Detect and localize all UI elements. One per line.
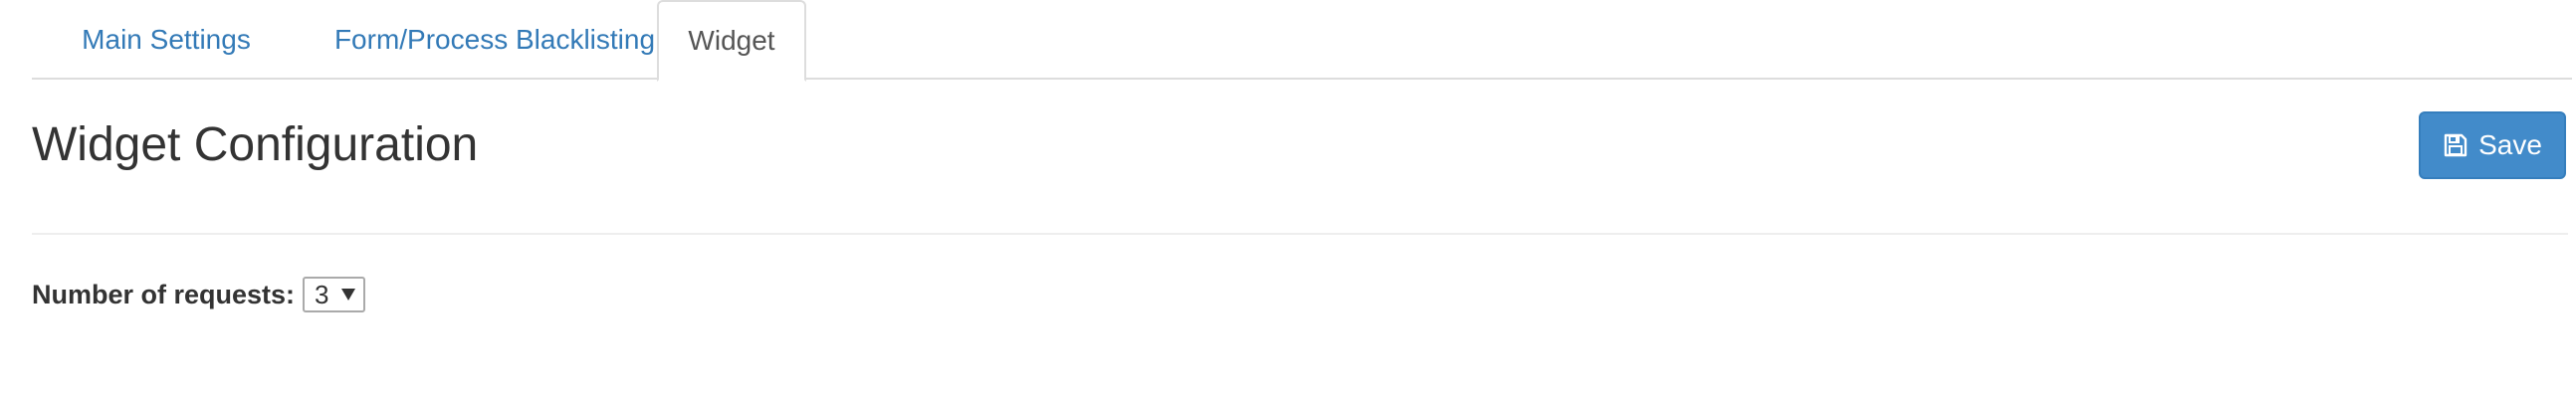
section-divider bbox=[32, 233, 2568, 235]
page-title: Widget Configuration bbox=[32, 118, 479, 171]
caret-down-icon bbox=[340, 289, 355, 301]
settings-tabs: Main Settings Form/Process Blacklisting … bbox=[32, 0, 2572, 82]
requests-select-value: 3 bbox=[315, 279, 329, 309]
requests-select[interactable]: 3 bbox=[303, 277, 365, 312]
tab-form-process-blacklisting[interactable]: Form/Process Blacklisting bbox=[301, 0, 689, 80]
tab-widget[interactable]: Widget bbox=[657, 0, 806, 82]
requests-label: Number of requests: bbox=[32, 279, 296, 309]
requests-setting-row: Number of requests: 3 bbox=[32, 275, 365, 314]
tab-main-settings[interactable]: Main Settings bbox=[32, 0, 301, 80]
floppy-disk-icon bbox=[2443, 132, 2469, 158]
save-button-label: Save bbox=[2478, 129, 2542, 160]
save-button[interactable]: Save bbox=[2419, 111, 2566, 179]
